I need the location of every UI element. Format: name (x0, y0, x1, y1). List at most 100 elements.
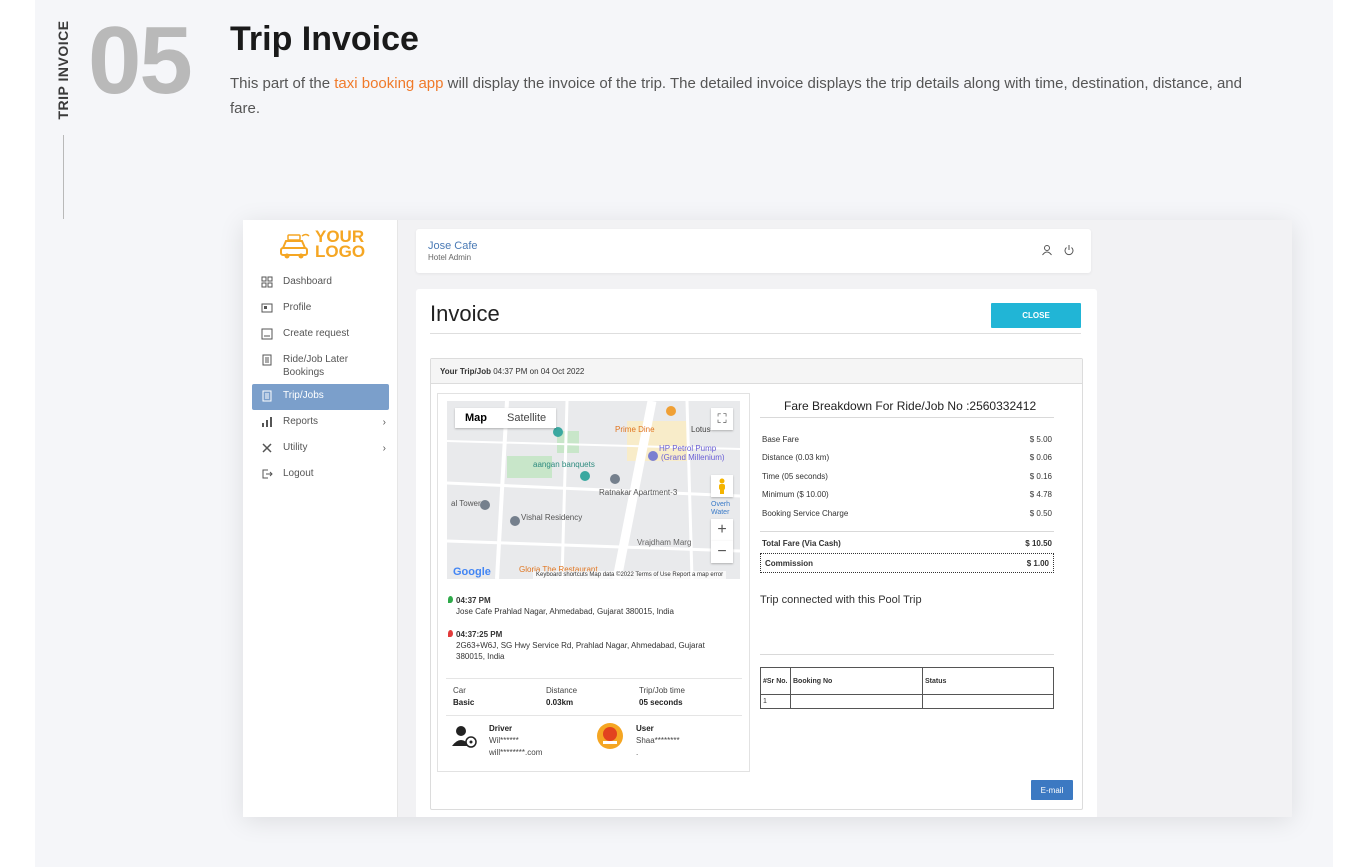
sidebar-item-dashboard[interactable]: Dashboard (252, 270, 389, 296)
reports-icon (262, 417, 272, 427)
map-label: Overh Water (711, 501, 731, 516)
invoice-card: Invoice CLOSE Your Trip/Job 04:37 PM on … (416, 289, 1097, 817)
sidebar-item-label: Logout (283, 468, 314, 479)
sidebar-item-label: Profile (283, 302, 312, 313)
driver-avatar-icon (452, 726, 477, 748)
power-icon[interactable] (1063, 244, 1075, 256)
fare-breakdown-title: Fare Breakdown For Ride/Job No :25603324… (784, 399, 1037, 413)
logo-line-2: LOGO (315, 242, 366, 261)
map-label: Prime Dine (615, 425, 655, 434)
table-cell: 1 (760, 694, 791, 709)
close-button[interactable]: CLOSE (991, 303, 1081, 328)
top-bar: Jose Cafe Hotel Admin (416, 229, 1091, 273)
fare-row: Booking Service Charge $ 0.50 (762, 509, 1052, 518)
profile-icon (261, 303, 273, 313)
divider (446, 678, 742, 679)
create-request-icon (261, 328, 273, 340)
map-attribution: Keyboard shortcuts Map data ©2022 Terms … (533, 571, 727, 579)
sidebar-item-label: Trip/Jobs (283, 390, 324, 401)
map-label: HP Petrol Pump (659, 444, 717, 453)
map-label: (Grand Millenium) (661, 453, 725, 462)
pickup-location: 04:37 PM Jose Cafe Prahlad Nagar, Ahmeda… (448, 595, 721, 617)
sidebar-item-label: Utility (283, 442, 308, 453)
divider (446, 715, 742, 716)
sidebar-item-create-request[interactable]: Create request (252, 322, 389, 348)
pegman-icon[interactable] (711, 475, 733, 497)
red-pin-icon (448, 630, 453, 637)
chevron-right-icon: › (382, 443, 386, 454)
user-avatar-icon (597, 723, 623, 749)
section-title: Trip Invoice (230, 20, 419, 58)
table-header-row: #Sr No. Booking No Status (760, 667, 1054, 695)
sidebar-item-reports[interactable]: Reports › (252, 410, 389, 436)
dashboard-icon (261, 276, 273, 288)
sidebar-item-label: Dashboard (283, 276, 332, 287)
stat-distance: Distance 0.03km (546, 686, 578, 707)
map-label: Ratnakar Apartment-3 (599, 488, 678, 497)
fare-row: Minimum ($ 10.00) $ 4.78 (762, 490, 1052, 499)
map-tab-map[interactable]: Map (455, 408, 497, 428)
route-map[interactable]: Map Satellite ⛶ + − Prime Dine HP Petrol… (447, 401, 740, 579)
divider (430, 333, 1081, 334)
route-panel: Map Satellite ⛶ + − Prime Dine HP Petrol… (437, 393, 750, 772)
green-pin-icon (448, 596, 453, 603)
trip-icon (262, 390, 272, 402)
divider (760, 417, 1054, 418)
fare-row: Base Fare $ 5.00 (762, 435, 1052, 444)
chevron-right-icon: › (382, 417, 386, 428)
trip-details-box: Your Trip/Job 04:37 PM on 04 Oct 2022 Ma… (430, 358, 1083, 810)
sidebar: YOUR LOGO Dashboard Profile Create reques… (243, 220, 398, 817)
taxi-booking-app-link[interactable]: taxi booking app (334, 75, 443, 92)
account-role: Hotel Admin (428, 253, 472, 262)
column-header: #Sr No. (760, 667, 791, 695)
total-fare-row: Total Fare (Via Cash) $ 10.50 (762, 539, 1052, 548)
email-button[interactable]: E-mail (1031, 780, 1073, 800)
map-label: Vrajdham Marg (637, 538, 692, 547)
fullscreen-icon[interactable]: ⛶ (711, 408, 733, 430)
vertical-divider (63, 135, 64, 219)
sidebar-item-trip-jobs[interactable]: Trip/Jobs (252, 384, 389, 410)
divider (760, 531, 1054, 532)
sidebar-item-logout[interactable]: Logout (252, 462, 389, 488)
table-cell (922, 694, 1054, 709)
google-logo: Google (453, 566, 491, 578)
zoom-in-icon[interactable]: + (711, 519, 733, 541)
app-screenshot: YOUR LOGO Dashboard Profile Create reques… (243, 220, 1292, 817)
map-label: Vishal Residency (521, 513, 583, 522)
table-cell (790, 694, 923, 709)
sidebar-menu: Dashboard Profile Create request Ride/Jo… (252, 270, 389, 488)
map-label: al Tower (451, 499, 481, 508)
table-row: 1 (760, 694, 1054, 709)
sidebar-item-label: Create request (283, 328, 350, 339)
map-type-tabs: Map Satellite (455, 408, 557, 428)
column-header: Booking No (790, 667, 923, 695)
sidebar-item-label: Reports (283, 416, 319, 427)
stat-trip-time: Trip/Job time 05 seconds (639, 686, 685, 707)
utility-icon (262, 443, 272, 453)
driver-info: Driver Wil****** will********.com (489, 724, 543, 757)
sidebar-item-later-bookings[interactable]: Ride/Job Later Bookings (252, 348, 389, 384)
divider (760, 654, 1054, 655)
sidebar-item-profile[interactable]: Profile (252, 296, 389, 322)
invoice-title: Invoice (430, 301, 500, 326)
user-icon[interactable] (1041, 244, 1053, 256)
zoom-out-icon[interactable]: − (711, 541, 733, 563)
map-label: Lotus (691, 425, 711, 434)
empty-panel (1109, 220, 1292, 817)
bookings-icon (262, 354, 272, 366)
pool-bookings-table: #Sr No. Booking No Status 1 (760, 667, 1054, 709)
user-info: User Shaa********. (636, 724, 680, 757)
commission-row: Commission $ 1.00 (760, 553, 1054, 573)
fare-row: Time (05 seconds) $ 0.16 (762, 472, 1052, 481)
stat-car: Car Basic (453, 686, 475, 707)
taxi-logo-icon (280, 233, 310, 259)
dropoff-location: 04:37:25 PM 2G63+W6J, SG Hwy Service Rd,… (448, 629, 721, 662)
trip-header: Your Trip/Job 04:37 PM on 04 Oct 2022 (431, 359, 1082, 384)
account-name: Jose Cafe (428, 240, 478, 252)
vertical-section-label: TRIP INVOICE (55, 20, 71, 120)
section-number: 05 (88, 7, 193, 114)
sidebar-item-label: Ride/Job Later Bookings (283, 354, 349, 378)
sidebar-item-utility[interactable]: Utility › (252, 436, 389, 462)
map-tab-satellite[interactable]: Satellite (497, 408, 556, 428)
logout-icon (262, 469, 273, 479)
